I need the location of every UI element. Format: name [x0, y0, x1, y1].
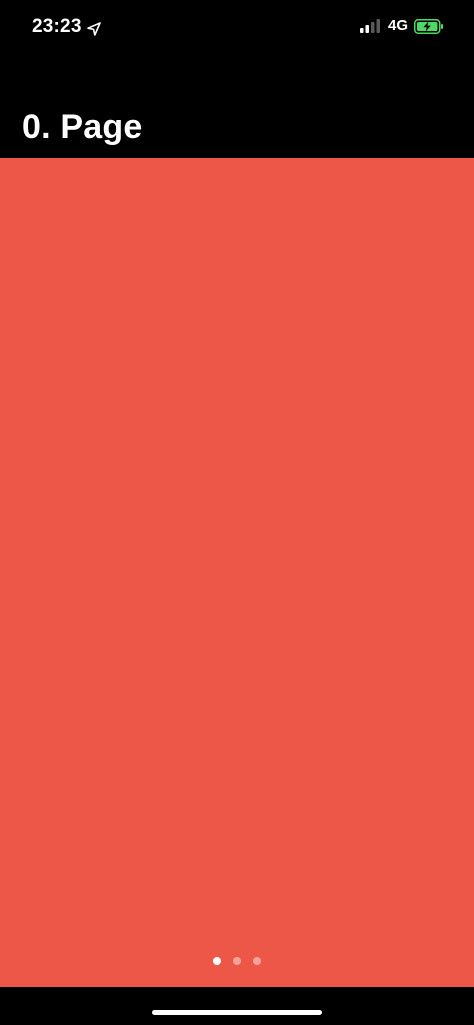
status-indicators: 4G — [359, 17, 444, 34]
page-control[interactable] — [0, 957, 474, 965]
page-dot-2[interactable] — [233, 957, 241, 965]
page-dot-1[interactable] — [213, 957, 221, 965]
status-bar: 23:23 4G — [0, 0, 474, 56]
page-title: 0. Page — [22, 108, 143, 146]
cellular-signal-icon — [359, 19, 382, 33]
status-time-group: 23:23 — [32, 16, 101, 38]
home-indicator[interactable] — [152, 1010, 322, 1015]
navigation-header: 0. Page — [0, 56, 474, 158]
screen: 23:23 4G 0. Page — [0, 0, 474, 1025]
location-arrow-icon — [86, 20, 101, 36]
page-dot-3[interactable] — [253, 957, 261, 965]
home-indicator-area — [0, 987, 474, 1025]
battery-charging-icon — [414, 18, 444, 34]
status-time: 23:23 — [32, 16, 82, 37]
pager-page[interactable] — [0, 158, 474, 987]
network-type-label: 4G — [387, 17, 408, 34]
